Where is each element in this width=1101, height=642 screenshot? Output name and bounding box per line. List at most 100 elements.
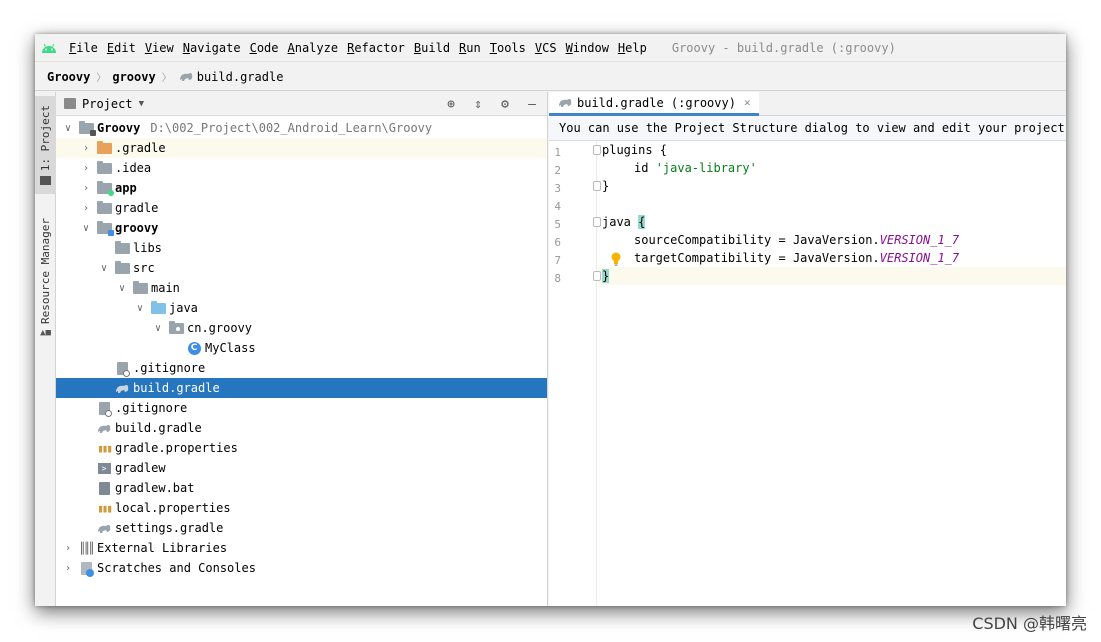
chevron-down-icon[interactable]: ∨ [116,283,128,294]
gear-icon[interactable]: ⚙ [498,97,512,112]
menu-vcs[interactable]: VCS [535,41,557,55]
tree-root-label: Groovy [97,121,141,135]
folder-icon [114,240,130,255]
tree-item-external-libraries[interactable]: › ║║║ External Libraries [56,538,547,558]
tree-item-src[interactable]: ∨ src [56,258,547,278]
tree-item-gradlew[interactable]: > gradlew [56,458,547,478]
menu-help[interactable]: Help [618,41,647,55]
menu-run[interactable]: Run [459,41,481,55]
chevron-right-icon[interactable]: › [62,543,74,554]
tree-item-app[interactable]: › app [56,178,547,198]
breadcrumb-file[interactable]: build.gradle [178,70,283,84]
menu-edit[interactable]: Edit [107,41,136,55]
tree-item-libs[interactable]: libs [56,238,547,258]
menu-tools[interactable]: Tools [490,41,526,55]
tab-build-gradle[interactable]: build.gradle (:groovy) ✕ [549,92,759,116]
tree-item-label: settings.gradle [115,521,224,535]
tree-item-module-gitignore[interactable]: .gitignore [56,358,547,378]
project-tool-button[interactable]: 1: Project [35,96,56,194]
tree-item-main[interactable]: ∨ main [56,278,547,298]
chevron-down-icon[interactable]: ∨ [98,263,110,274]
lightbulb-icon[interactable] [611,252,621,266]
tree-item-gradle-properties[interactable]: ▮▮▮ gradle.properties [56,438,547,458]
tree-item-settings-gradle[interactable]: settings.gradle [56,518,547,538]
hide-icon[interactable]: — [525,97,539,112]
line-number: 5 [554,218,561,231]
tree-item-myclass[interactable]: C MyClass [56,338,547,358]
tree-item-root-gitignore[interactable]: .gitignore [56,398,547,418]
collapse-all-icon[interactable]: ⇕ [471,97,485,112]
tree-item-local-properties[interactable]: ▮▮▮ local.properties [56,498,547,518]
tree-root-groovy[interactable]: ∨ Groovy D:\002_Project\002_Android_Lear… [56,118,547,138]
source-folder-icon [150,300,166,315]
resource-manager-tool-button[interactable]: Resource Manager ▲■ [35,210,56,346]
breadcrumb-module[interactable]: groovy [112,70,155,84]
android-module-icon [96,180,114,196]
chevron-down-icon[interactable]: ∨ [80,223,92,234]
tree-item-package[interactable]: ∨ cn.groovy [56,318,547,338]
fold-marker-icon[interactable] [593,181,601,191]
fold-marker-icon[interactable] [593,145,601,155]
android-icon [42,43,56,53]
line-number: 8 [554,272,561,285]
fold-marker-icon[interactable] [593,271,601,281]
folder-icon [96,200,112,215]
code-line: } [602,269,610,283]
breadcrumb: Groovy 〉 groovy 〉 build.gradle [35,63,1066,91]
close-icon[interactable]: ✕ [744,96,751,109]
folder-icon [40,175,51,185]
tree-item-java[interactable]: ∨ java [56,298,547,318]
locate-icon[interactable]: ⊕ [444,97,458,112]
module-folder-icon [96,220,114,236]
gradle-icon [559,98,572,107]
tree-item-label: local.properties [115,501,231,515]
menu-file[interactable]: File [69,41,98,55]
tree-item-module-build-gradle[interactable]: build.gradle [56,378,547,398]
project-panel: Project ▼ ⊕ ⇕ ⚙ — ∨ Groovy D:\002_Projec… [56,92,548,606]
chevron-right-icon[interactable]: › [80,183,92,194]
tree-item-root-build-gradle[interactable]: build.gradle [56,418,547,438]
ignore-file-icon [114,361,130,377]
project-tool-label: 1: Project [39,105,52,172]
chevron-right-icon[interactable]: › [80,203,92,214]
tree-item-label: gradle.properties [115,441,238,455]
project-view-selector[interactable]: Project [82,97,133,111]
menu-view[interactable]: View [145,41,174,55]
menu-analyze[interactable]: Analyze [288,41,339,55]
code-line: } [602,179,610,193]
chevron-down-icon[interactable]: ∨ [134,303,146,314]
chevron-down-icon[interactable]: ∨ [152,323,164,334]
tree-root-path: D:\002_Project\002_Android_Learn\Groovy [150,121,433,135]
fold-marker-icon[interactable] [593,217,601,227]
banner-text: You can use the Project Structure dialog… [559,121,1066,135]
chevron-right-icon[interactable]: › [80,163,92,174]
tree-item-gradle[interactable]: › gradle [56,198,547,218]
tree-item-gradlew-bat[interactable]: gradlew.bat [56,478,547,498]
dropdown-arrow-icon[interactable]: ▼ [139,99,144,109]
code-line: plugins { [602,143,668,157]
breadcrumb-root[interactable]: Groovy [47,70,90,84]
tab-label: build.gradle (:groovy) [577,95,736,110]
tree-item-gradle-dir[interactable]: › .gradle [56,138,547,158]
code-area[interactable]: 1 2 3 4 5 6 7 8 plugins { id 'java-libra… [549,141,1066,606]
gradle-icon [96,521,112,535]
menu-navigate[interactable]: Navigate [183,41,241,55]
project-panel-header: Project ▼ ⊕ ⇕ ⚙ — [56,92,547,116]
tree-item-label: Scratches and Consoles [97,561,256,575]
chevron-right-icon[interactable]: › [80,143,92,154]
ide-window: File Edit View Navigate Code Analyze Ref… [35,34,1066,606]
tree-item-groovy-module[interactable]: ∨ groovy [56,218,547,238]
menu-refactor[interactable]: Refactor [347,41,405,55]
menu-code[interactable]: Code [250,41,279,55]
menu-window[interactable]: Window [566,41,609,55]
tree-item-label: .gitignore [115,401,188,415]
editor-panel: build.gradle (:groovy) ✕ You can use the… [549,92,1066,606]
chevron-right-icon[interactable]: › [62,563,74,574]
tree-item-idea[interactable]: › .idea [56,158,547,178]
tool-window-strip: 1: Project Resource Manager ▲■ [35,92,56,606]
line-number: 1 [554,146,561,159]
menu-build[interactable]: Build [414,41,450,55]
chevron-down-icon[interactable]: ∨ [62,123,74,134]
project-view-icon [64,98,76,109]
tree-item-scratches[interactable]: › Scratches and Consoles [56,558,547,578]
